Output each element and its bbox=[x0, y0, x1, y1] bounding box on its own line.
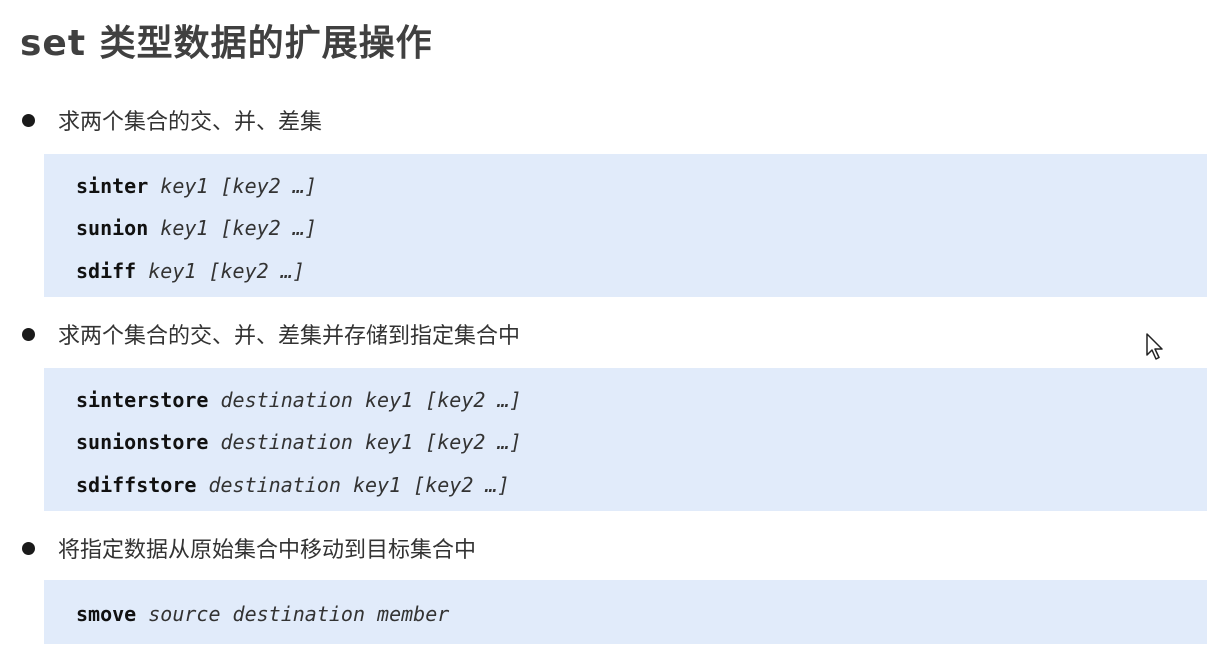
bullet-dot-icon bbox=[22, 113, 35, 127]
command-args: source destination member bbox=[148, 602, 450, 626]
command-keyword: sunion bbox=[76, 216, 149, 240]
bullet-dot-icon bbox=[22, 541, 35, 555]
code-line-sunionstore: sunionstore destination key1 [key2 …] bbox=[76, 430, 522, 454]
command-keyword: sinterstore bbox=[76, 388, 209, 412]
bullet-dot-icon bbox=[22, 327, 35, 341]
code-block-store-operations: sinterstore destination key1 [key2 …] su… bbox=[44, 368, 1207, 511]
code-block-set-operations: sinter key1 [key2 …] sunion key1 [key2 …… bbox=[44, 154, 1207, 297]
command-keyword: smove bbox=[76, 602, 137, 626]
command-keyword: sdiff bbox=[76, 259, 137, 283]
command-keyword: sunionstore bbox=[76, 430, 209, 454]
command-args: key1 [key2 …] bbox=[160, 216, 317, 240]
bullet-text: 求两个集合的交、并、差集 bbox=[58, 110, 323, 135]
command-args: destination key1 [key2 …] bbox=[220, 388, 522, 412]
command-args: destination key1 [key2 …] bbox=[208, 473, 510, 497]
command-keyword: sinter bbox=[76, 174, 149, 198]
mouse-cursor-icon bbox=[1146, 333, 1166, 365]
command-args: key1 [key2 …] bbox=[148, 259, 305, 283]
code-block-move-operation: smove source destination member bbox=[44, 580, 1207, 644]
code-line-sinterstore: sinterstore destination key1 [key2 …] bbox=[76, 388, 522, 412]
code-line-sdiffstore: sdiffstore destination key1 [key2 …] bbox=[76, 473, 510, 497]
bullet-item-move-operation: 将指定数据从原始集合中移动到目标集合中 bbox=[22, 532, 476, 564]
bullet-text: 求两个集合的交、并、差集并存储到指定集合中 bbox=[58, 324, 521, 349]
command-keyword: sdiffstore bbox=[76, 473, 197, 497]
command-args: destination key1 [key2 …] bbox=[220, 430, 522, 454]
bullet-item-store-operations: 求两个集合的交、并、差集并存储到指定集合中 bbox=[22, 318, 520, 350]
code-line-sdiff: sdiff key1 [key2 …] bbox=[76, 259, 305, 283]
command-args: key1 [key2 …] bbox=[160, 174, 317, 198]
bullet-text: 将指定数据从原始集合中移动到目标集合中 bbox=[58, 538, 477, 563]
code-line-sunion: sunion key1 [key2 …] bbox=[76, 216, 317, 240]
code-line-smove: smove source destination member bbox=[76, 602, 449, 626]
bullet-item-set-operations: 求两个集合的交、并、差集 bbox=[22, 104, 322, 136]
page-title: set 类型数据的扩展操作 bbox=[20, 23, 433, 64]
code-line-sinter: sinter key1 [key2 …] bbox=[76, 174, 317, 198]
